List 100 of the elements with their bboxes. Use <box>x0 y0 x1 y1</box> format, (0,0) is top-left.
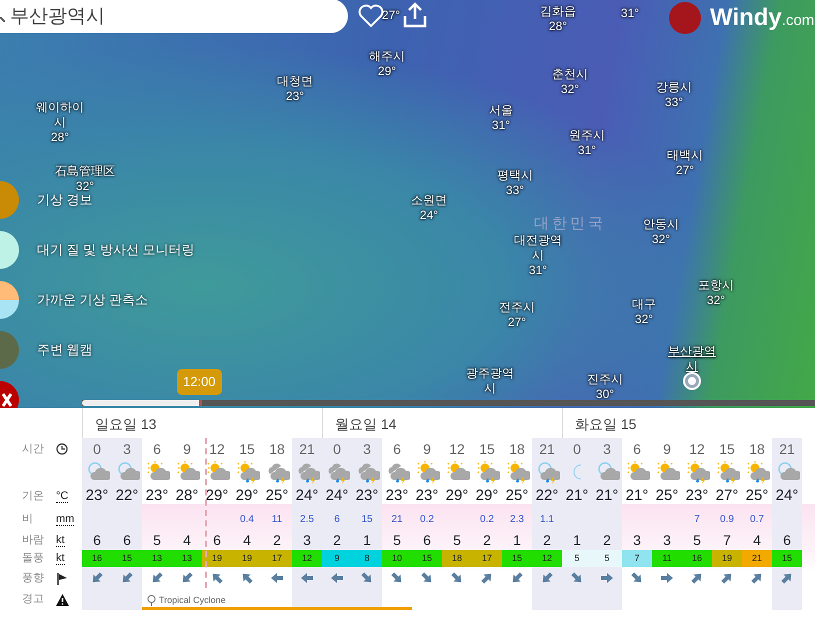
hour-label: 6 <box>393 440 401 458</box>
rain-amount: 1.1 <box>540 512 554 526</box>
gust-value: 8 <box>352 550 382 567</box>
gust-value: 5 <box>592 550 622 567</box>
search-field[interactable]: 부산광역시 <box>0 0 348 33</box>
city-name: 평택시 <box>497 168 533 183</box>
temperature-label: 27° <box>674 163 696 178</box>
temperature-value: 25° <box>746 486 768 506</box>
temperature-label: 31° <box>576 143 598 158</box>
temperature-label: 33° <box>664 95 684 110</box>
gust-value: 10 <box>382 550 412 567</box>
clock-icon <box>56 443 68 455</box>
temperature-value: 29° <box>476 486 498 506</box>
location-marker-icon <box>685 374 699 388</box>
temperature-label: 27° <box>382 8 400 23</box>
wind-speed: 6 <box>423 531 431 550</box>
wind-speed: 3 <box>303 531 311 550</box>
city-name: 광주광역시 <box>465 366 515 396</box>
rain-amount: 2.3 <box>510 512 524 526</box>
sidebar-item[interactable]: 가까운 기상 관측소 <box>0 281 194 319</box>
temperature-value: 29° <box>236 486 258 506</box>
gust-value: 5 <box>562 550 592 567</box>
rain-amount: 0.2 <box>420 512 434 526</box>
rain-amount: 11 <box>272 512 282 526</box>
temperature-value: 25° <box>656 486 678 506</box>
city-name: 부산광역시 <box>667 344 717 374</box>
temperature-label: 31° <box>490 118 512 133</box>
gust-value: 15 <box>502 550 532 567</box>
rain-amount: 0.4 <box>240 512 254 526</box>
rain-amount: 7 <box>694 512 700 526</box>
city-name: 대청면 <box>277 74 313 89</box>
city-name: 진주시 <box>587 372 623 387</box>
hour-label: 3 <box>603 440 611 458</box>
row-label: 바람 <box>22 533 45 548</box>
timeline-track[interactable] <box>82 400 815 406</box>
gust-value: 13 <box>172 550 202 567</box>
temperature-label: 23° <box>284 89 306 104</box>
gust-value: 21 <box>742 550 772 567</box>
gust-value: 15 <box>772 550 802 567</box>
day-heading: 일요일 13 <box>82 408 322 438</box>
city-name: 해주시 <box>369 49 405 64</box>
unit-label: kt <box>56 552 65 565</box>
sidebar-item[interactable]: 주변 웹캠 <box>0 331 194 369</box>
rain-amount: 0.2 <box>480 512 494 526</box>
temperature-value: 24° <box>296 486 318 506</box>
city-name: 강릉시 <box>656 80 692 95</box>
wind-speed: 1 <box>513 531 521 550</box>
wind-speed: 6 <box>93 531 101 550</box>
gust-value: 19 <box>232 550 262 567</box>
row-label: 기온 <box>22 488 45 504</box>
time-bubble[interactable]: 12:00 <box>177 369 222 394</box>
wind-speed: 4 <box>183 531 191 550</box>
gust-value: 15 <box>112 550 142 567</box>
hour-label: 21 <box>539 440 555 458</box>
hour-label: 12 <box>449 440 465 458</box>
rain-amount: 15 <box>361 512 373 526</box>
temperature-value: 21° <box>566 486 588 506</box>
temperature-label: 32° <box>634 312 654 327</box>
temperature-value: 23° <box>86 486 108 506</box>
gust-value: 12 <box>292 550 322 567</box>
gust-value: 13 <box>142 550 172 567</box>
temperature-label: 32° <box>706 293 726 308</box>
row-label: 경고 <box>22 592 45 608</box>
temperature-label: 31° <box>620 6 640 21</box>
hour-label: 3 <box>123 440 131 458</box>
gust-value: 19 <box>712 550 742 567</box>
row-label: 시간 <box>22 442 45 457</box>
temperature-value: 23° <box>356 486 378 506</box>
hour-label: 12 <box>209 440 225 458</box>
row-label: 비 <box>22 512 34 527</box>
temperature-value: 25° <box>266 486 288 506</box>
hour-label: 6 <box>153 440 161 458</box>
city-name: 안동시 <box>643 217 679 232</box>
rain-amount: 2.5 <box>300 512 314 526</box>
warning-label: Tropical Cyclone <box>146 594 226 607</box>
city-name: 포항시 <box>698 278 734 293</box>
wind-speed: 6 <box>123 531 131 550</box>
temperature-label: 28° <box>50 130 70 145</box>
share-icon[interactable] <box>402 1 428 29</box>
hour-label: 18 <box>269 440 285 458</box>
wind-speed: 6 <box>783 531 791 550</box>
city-name: 원주시 <box>569 128 605 143</box>
wind-speed: 2 <box>543 531 551 550</box>
city-name: 웨이하이시 <box>35 100 85 130</box>
hour-label: 15 <box>239 440 255 458</box>
heart-icon[interactable] <box>358 4 384 28</box>
sidebar-item[interactable]: 대기 질 및 방사선 모니터링 <box>0 231 194 269</box>
temperature-value: 29° <box>446 486 468 506</box>
temperature-value: 23° <box>386 486 408 506</box>
city-name: 소원면 <box>411 193 447 208</box>
rain-amount: 0.9 <box>720 512 734 526</box>
wind-speed: 7 <box>723 531 731 550</box>
temperature-value: 24° <box>326 486 348 506</box>
hour-label: 18 <box>509 440 525 458</box>
gust-value: 12 <box>532 550 562 567</box>
hour-label: 0 <box>573 440 581 458</box>
gust-value: 17 <box>472 550 502 567</box>
logo-text: Windy.com <box>710 3 814 33</box>
gust-value: 16 <box>682 550 712 567</box>
temperature-label: 29° <box>376 64 398 79</box>
